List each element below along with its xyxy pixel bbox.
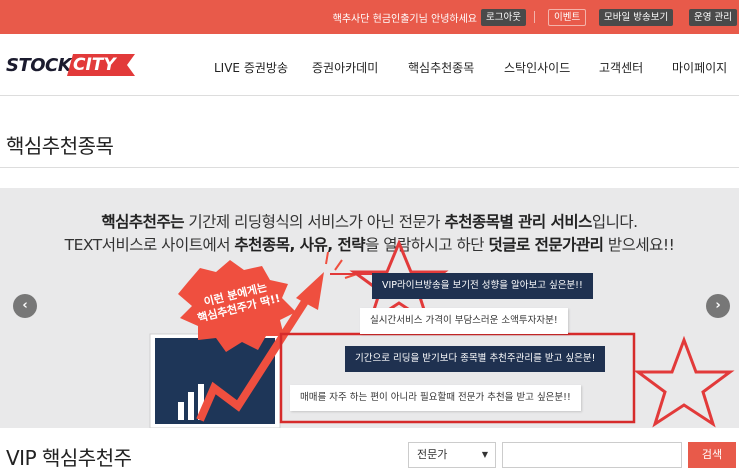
title-divider (0, 167, 739, 168)
logo-stock-text: STOCK (6, 55, 72, 76)
callout-vip-live: VIP라이브방송을 보기전 성향을 알아보고 싶은분!! (372, 273, 593, 299)
promo-banner: 핵심추천주는 기간제 리딩형식의 서비스가 아닌 전문가 추천종목별 관리 서비… (0, 188, 739, 428)
callout-expert-recommend: 매매를 자주 하는 편이 아니라 필요할때 전문가 추천을 받고 싶은분!! (290, 385, 581, 411)
expert-filter-select[interactable]: 전문가 ▼ (408, 442, 496, 468)
nav-customer-center[interactable]: 고객센터 (599, 59, 643, 76)
search-button[interactable]: 검색 (688, 442, 736, 468)
nav-my-page[interactable]: 마이페이지 (672, 59, 727, 76)
callout-small-investor: 실시간서비스 가격이 부담스러운 소액투자자분! (360, 308, 568, 334)
select-value: 전문가 (417, 448, 448, 461)
logo-city-text: CITY (73, 55, 116, 75)
vip-section-title: VIP 핵심추천주 (6, 446, 132, 470)
top-utility-bar: 핵추사단 현금인출기님 안녕하세요 로그아웃 이벤트 모바일 방송보기 운영 관… (0, 0, 739, 34)
search-input[interactable] (502, 442, 682, 468)
event-button[interactable]: 이벤트 (548, 9, 587, 26)
nav-stock-inside[interactable]: 스탁인사이드 (504, 59, 570, 76)
logout-button[interactable]: 로그아웃 (481, 9, 526, 26)
callout-stock-management: 기간으로 리딩을 받기보다 종목별 추천주관리를 받고 싶은분! (345, 346, 606, 372)
greeting-text: 핵추사단 현금인출기님 안녕하세요 (332, 14, 477, 25)
site-header: STOCK CITY LIVE 증권방송 증권아카데미 핵심추천종목 스탁인사이… (0, 34, 739, 96)
nav-recommended-stocks[interactable]: 핵심추천종목 (408, 59, 474, 76)
nav-live-broadcast[interactable]: LIVE 증권방송 (214, 59, 288, 76)
banner-prev-button[interactable]: ‹ (13, 294, 37, 318)
admin-button[interactable]: 운영 관리 (689, 9, 737, 26)
mobile-broadcast-button[interactable]: 모바일 방송보기 (599, 9, 674, 26)
nav-academy[interactable]: 증권아카데미 (312, 59, 378, 76)
caret-down-icon: ▼ (481, 450, 488, 459)
divider (534, 11, 535, 23)
page-title: 핵심추천종목 (6, 134, 114, 158)
banner-next-button[interactable]: › (706, 294, 730, 318)
